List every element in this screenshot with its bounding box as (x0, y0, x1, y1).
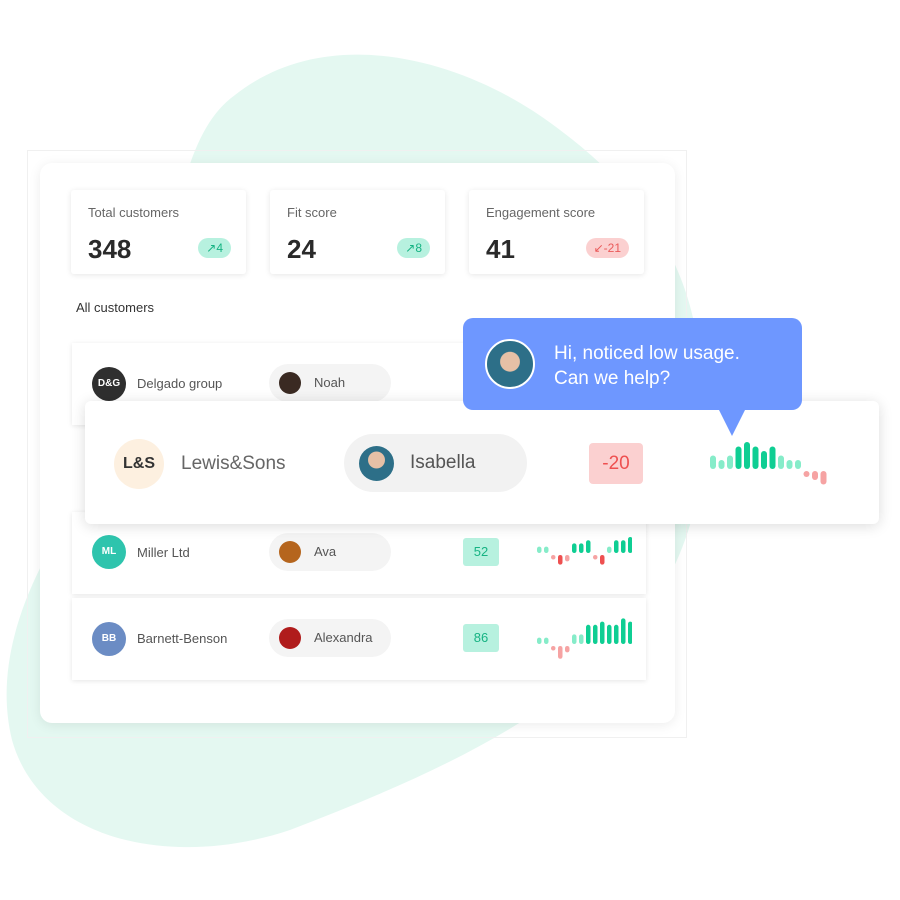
stat-card-total-customers: Total customers 348 ↗4 (71, 190, 246, 274)
contact-pill[interactable]: Noah (269, 364, 391, 402)
stat-label: Fit score (287, 205, 337, 220)
sparkline-bar (579, 543, 584, 553)
sparkline-bar (614, 540, 619, 553)
arrow-up-right-icon: ↗ (206, 241, 217, 255)
contact-name: Ava (314, 544, 337, 559)
contact-pill[interactable]: Ava (269, 533, 391, 571)
sparkline-bar (803, 471, 810, 477)
stat-card-engagement-score: Engagement score 41 ↙-21 (469, 190, 644, 274)
chat-message-line: Hi, noticed low usage. (554, 343, 740, 364)
sparkline-bar (744, 442, 750, 469)
company-logo: ML (92, 535, 126, 569)
sparkline-bar (795, 460, 801, 469)
sparkline-bar (600, 621, 605, 644)
sparkline-bar (586, 624, 591, 644)
stat-card-fit-score: Fit score 24 ↗8 (270, 190, 445, 274)
stat-value: 24 (287, 234, 316, 264)
sparkline-bar (544, 637, 549, 644)
sparkline-bar (812, 471, 818, 480)
contact-pill[interactable]: Isabella (344, 434, 527, 492)
stat-label: Engagement score (486, 205, 596, 220)
sparkline-bar (614, 624, 619, 644)
arrow-down-left-icon: ↙ (593, 241, 604, 255)
sparkline-bar (586, 540, 591, 553)
sparkline-bar (718, 460, 725, 469)
avatar (359, 446, 394, 481)
contact-name: Noah (314, 375, 346, 390)
score-badge: -20 (589, 443, 643, 484)
avatar (279, 541, 301, 563)
sparkline-bar (607, 546, 612, 553)
sparkline (710, 442, 827, 485)
sparkline-bar (551, 555, 556, 560)
sparkline-bar (820, 471, 827, 485)
stat-label: Total customers (88, 205, 180, 220)
sparkline-bar (727, 455, 733, 469)
sparkline-bar (752, 446, 759, 469)
company-name: Miller Ltd (137, 545, 190, 560)
trend-badge: ↙-21 (585, 238, 629, 258)
sparkline-bar (579, 634, 584, 644)
sparkline-bar (565, 646, 570, 653)
company-logo: L&S (114, 439, 164, 489)
trend-value: 4 (216, 241, 223, 255)
sparkline-bar (551, 646, 556, 651)
contact-name: Alexandra (314, 630, 373, 645)
customer-row[interactable]: BB Barnett-Benson Alexandra 86 (72, 598, 646, 680)
sparkline-bar (558, 555, 563, 565)
company-name: Delgado group (137, 376, 223, 391)
sparkline-bar (761, 451, 767, 469)
sparkline-bar (593, 555, 598, 560)
trend-value: 8 (415, 241, 422, 255)
sparkline-bar (628, 621, 632, 644)
sparkline (537, 537, 632, 565)
sparkline-bar (558, 646, 563, 659)
chat-bubble[interactable]: Hi, noticed low usage. Can we help? (463, 318, 802, 436)
sparkline-bar (593, 624, 598, 644)
sparkline-bar (572, 543, 577, 553)
sparkline-bar (778, 455, 784, 469)
company-name: Barnett-Benson (137, 631, 228, 646)
avatar (485, 339, 535, 389)
sparkline-bar (710, 455, 716, 469)
trend-value: -21 (603, 241, 621, 255)
sparkline-bar (544, 546, 549, 553)
contact-name: Isabella (410, 452, 476, 473)
avatar (279, 627, 301, 649)
contact-pill[interactable]: Alexandra (269, 619, 391, 657)
sparkline-bar (769, 446, 776, 469)
trend-badge: ↗8 (397, 238, 430, 258)
score-badge: 86 (463, 624, 499, 652)
score-badge: 52 (463, 538, 499, 566)
sparkline-bar (607, 624, 612, 644)
stat-value: 41 (486, 234, 515, 264)
section-title: All customers (76, 300, 155, 315)
sparkline-bar (621, 540, 626, 553)
stat-value: 348 (88, 234, 132, 264)
sparkline-bar (786, 460, 793, 469)
sparkline-bar (572, 634, 577, 644)
avatar (279, 372, 301, 394)
customer-row[interactable]: ML Miller Ltd Ava 52 (72, 512, 646, 594)
sparkline-bar (537, 546, 542, 553)
sparkline-bar (735, 446, 742, 469)
trend-badge: ↗4 (198, 238, 231, 258)
sparkline-bar (565, 555, 570, 562)
highlighted-customer-row[interactable]: L&S Lewis&Sons Isabella -20 (85, 401, 879, 524)
arrow-up-right-icon: ↗ (405, 241, 416, 255)
sparkline-bar (621, 618, 626, 644)
chat-message-line: Can we help? (554, 368, 671, 389)
company-logo: D&G (92, 367, 126, 401)
company-logo: BB (92, 622, 126, 656)
sparkline-bar (537, 637, 542, 644)
company-name: Lewis&Sons (181, 453, 286, 474)
sparkline (537, 618, 632, 659)
sparkline-bar (628, 537, 632, 553)
sparkline-bar (600, 555, 605, 565)
